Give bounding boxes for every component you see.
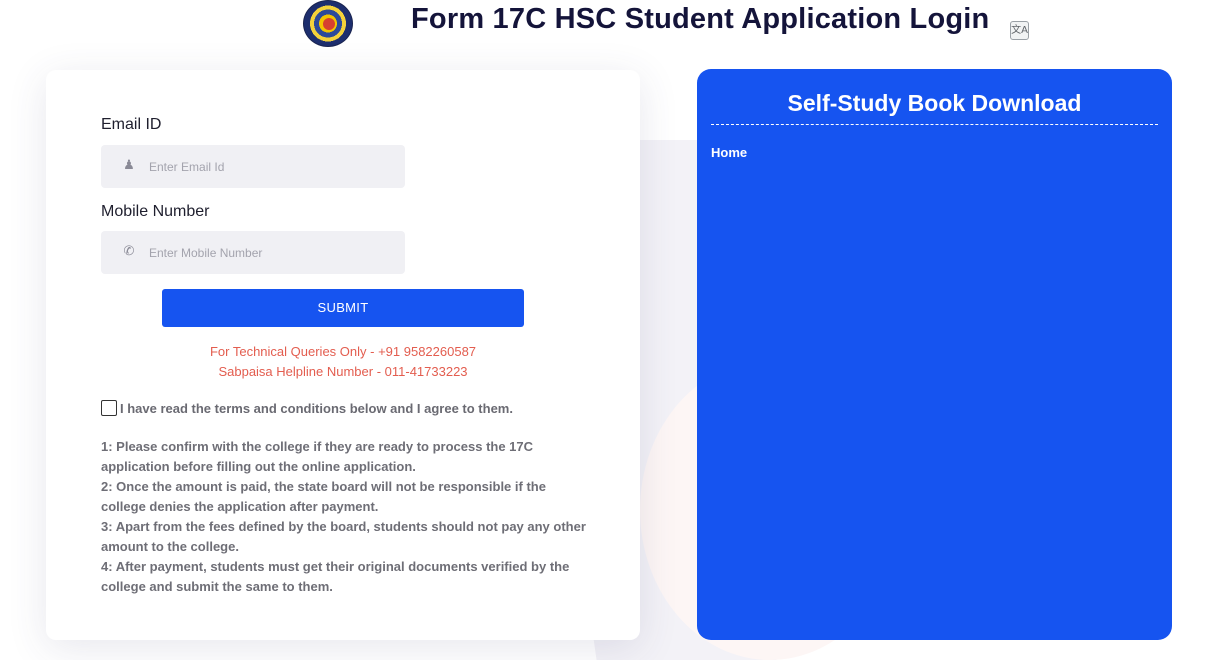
phone-icon: ✆ [123,244,135,259]
mobile-label: Mobile Number [101,203,210,220]
terms-item: 2: Once the amount is paid, the state bo… [101,479,546,514]
mobile-field-wrapper: ✆ [101,231,405,274]
terms-list: 1: Please confirm with the college if th… [101,437,586,597]
agree-label: I have read the terms and conditions bel… [120,400,513,416]
translate-icon[interactable]: 文A [1010,21,1029,40]
logo-emblem [323,18,335,30]
email-field[interactable] [149,145,399,188]
panel-title: Self-Study Book Download [787,90,1082,116]
email-field-wrapper: ♟ [101,145,405,188]
user-icon: ♟ [123,158,135,173]
panel-divider [711,124,1158,125]
agree-checkbox[interactable] [101,400,117,416]
mobile-field[interactable] [149,231,399,274]
board-seal-logo [303,0,353,47]
submit-button[interactable]: SUBMIT [162,289,524,327]
email-label: Email ID [101,116,162,133]
page-title: Form 17C HSC Student Application Login [411,3,990,35]
technical-queries-contact: For Technical Queries Only - +91 9582260… [209,344,477,359]
terms-item: 1: Please confirm with the college if th… [101,439,534,474]
terms-item: 3: Apart from the fees defined by the bo… [101,519,586,554]
agree-terms-row: I have read the terms and conditions bel… [101,400,513,416]
login-card: Email ID ♟ Mobile Number ✆ SUBMIT For Te… [46,70,640,640]
terms-item: 4: After payment, students must get thei… [101,559,570,594]
helpline-contact: Sabpaisa Helpline Number - 011-41733223 [218,364,468,379]
self-study-panel: Self-Study Book Download Home [697,69,1172,640]
page-header: Form 17C HSC Student Application Login 文… [0,0,1227,50]
panel-link-home[interactable]: Home [711,145,747,160]
